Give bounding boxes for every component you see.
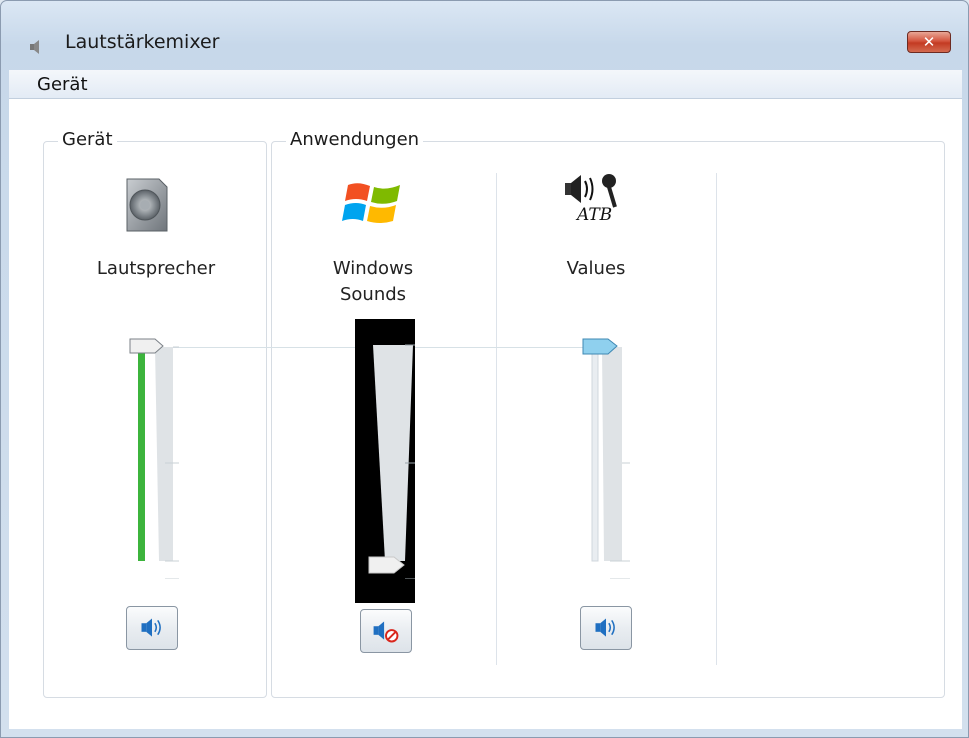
values-icon-text: ATB <box>577 205 613 225</box>
volume-slider-values[interactable] <box>566 329 636 579</box>
volume-slider-windows-sounds[interactable] <box>349 329 419 579</box>
channel-divider <box>716 173 717 665</box>
speaker-microphone-icon: ATB <box>557 171 631 237</box>
close-icon: ✕ <box>922 33 936 51</box>
device-group-label: Gerät <box>58 129 117 150</box>
menu-bar: Gerät <box>9 70 962 99</box>
peak-meter-lautsprecher <box>138 347 145 561</box>
title-bar[interactable]: Lautstärkemixer ✕ <box>1 1 968 69</box>
channel-name-values: Values <box>566 258 626 279</box>
mixer-panel: Gerät Anwendungen Lautsprecher Windows S… <box>9 99 962 729</box>
volume-slider-lautsprecher[interactable] <box>115 329 185 579</box>
channel-name-windows-sounds: Windows Sounds <box>332 258 414 305</box>
channel-divider <box>496 173 497 665</box>
mute-button-windows-sounds[interactable] <box>360 609 412 653</box>
close-button[interactable]: ✕ <box>907 31 951 53</box>
speaker-muted-icon <box>373 621 399 643</box>
menu-item-device[interactable]: Gerät <box>37 74 88 95</box>
speaker-icon <box>141 618 161 637</box>
speaker-device-icon <box>126 178 168 232</box>
volume-mixer-window: Lautstärkemixer ✕ Gerät Gerät Anwendunge… <box>0 0 969 738</box>
applications-group-label: Anwendungen <box>286 129 424 150</box>
windows-logo-icon <box>342 183 400 223</box>
window-title: Lautstärkemixer <box>65 31 220 53</box>
channel-name-lautsprecher: Lautsprecher <box>96 258 216 279</box>
slider-thumb[interactable] <box>129 338 164 354</box>
speaker-icon <box>595 618 615 637</box>
mute-button-values[interactable] <box>580 606 632 650</box>
mute-button-lautsprecher[interactable] <box>126 606 178 650</box>
speaker-title-icon <box>30 40 39 54</box>
